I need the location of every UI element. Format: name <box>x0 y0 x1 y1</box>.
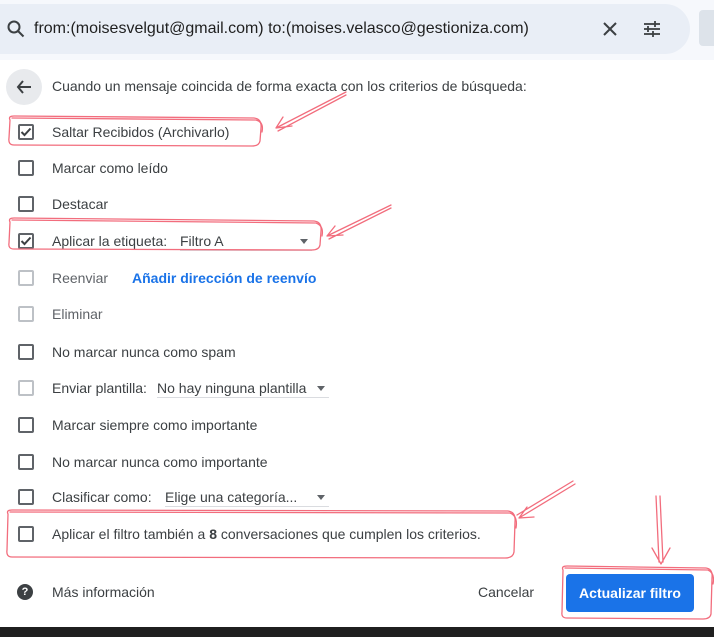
apply-label-checkbox[interactable] <box>18 233 34 249</box>
add-forward-address-link[interactable]: Añadir dirección de reenvío <box>132 270 316 286</box>
send-template-checkbox[interactable] <box>18 380 34 396</box>
delete-checkbox[interactable] <box>18 306 34 322</box>
option-apply-label: Aplicar la etiqueta: Filtro A <box>0 225 714 255</box>
checkmark-icon <box>20 127 32 137</box>
template-select-value: No hay ninguna plantilla <box>157 380 307 396</box>
arrow-left-icon <box>16 80 31 94</box>
forward-label: Reenviar <box>52 270 109 286</box>
search-bar[interactable]: from:(moisesvelgut@gmail.com) to:(moises… <box>0 4 690 54</box>
help-icon[interactable]: ? <box>17 584 33 600</box>
forward-checkbox[interactable] <box>18 270 34 286</box>
apply-label-label: Aplicar la etiqueta: <box>52 233 168 249</box>
option-never-important: No marcar nunca como importante <box>0 446 714 476</box>
option-categorize: Clasificar como: Elige una categoría... <box>0 481 714 511</box>
skip-inbox-label: Saltar Recibidos (Archivarlo) <box>52 124 230 140</box>
close-icon[interactable] <box>600 19 620 39</box>
skip-inbox-checkbox[interactable] <box>18 124 34 140</box>
taskbar-strip <box>0 627 714 637</box>
category-select[interactable]: Elige una categoría... <box>165 485 329 507</box>
search-icon[interactable] <box>6 19 26 39</box>
label-select[interactable]: Filtro A <box>180 229 312 251</box>
label-select-value: Filtro A <box>180 233 224 249</box>
apply-existing-prefix: Aplicar el filtro también a <box>52 526 210 542</box>
update-filter-button[interactable]: Actualizar filtro <box>566 574 694 612</box>
chevron-down-icon <box>300 239 308 244</box>
categorize-label: Clasificar como: <box>52 489 152 505</box>
option-send-template: Enviar plantilla: No hay ninguna plantil… <box>0 372 714 402</box>
tune-icon[interactable] <box>642 19 662 39</box>
option-always-important: Marcar siempre como importante <box>0 409 714 439</box>
search-query[interactable]: from:(moisesvelgut@gmail.com) to:(moises… <box>34 20 529 38</box>
option-delete: Eliminar <box>0 298 714 328</box>
apply-existing-suffix: conversaciones que cumplen los criterios… <box>216 526 481 542</box>
send-template-label: Enviar plantilla: <box>52 380 147 396</box>
never-spam-checkbox[interactable] <box>18 344 34 360</box>
star-checkbox[interactable] <box>18 196 34 212</box>
categorize-checkbox[interactable] <box>18 489 34 505</box>
option-star: Destacar <box>0 188 714 218</box>
chevron-down-icon <box>317 386 325 391</box>
checkmark-icon <box>20 236 32 246</box>
chevron-down-icon <box>317 495 325 500</box>
option-forward: Reenviar Añadir dirección de reenvío <box>0 262 714 292</box>
more-info-link[interactable]: Más información <box>52 584 155 600</box>
filter-heading: Cuando un mensaje coincida de forma exac… <box>52 78 527 94</box>
option-skip-inbox: Saltar Recibidos (Archivarlo) <box>0 116 714 146</box>
apply-existing-label: Aplicar el filtro también a 8 conversaci… <box>52 526 481 542</box>
option-never-spam: No marcar nunca como spam <box>0 336 714 366</box>
always-important-checkbox[interactable] <box>18 417 34 433</box>
side-strip <box>699 10 714 46</box>
delete-label: Eliminar <box>52 306 103 322</box>
mark-read-label: Marcar como leído <box>52 160 168 176</box>
template-select[interactable]: No hay ninguna plantilla <box>157 376 329 398</box>
never-important-label: No marcar nunca como importante <box>52 454 268 470</box>
back-button[interactable] <box>6 69 42 105</box>
apply-existing-count: 8 <box>209 526 217 542</box>
never-important-checkbox[interactable] <box>18 454 34 470</box>
option-apply-existing: Aplicar el filtro también a 8 conversaci… <box>0 518 714 548</box>
option-mark-read: Marcar como leído <box>0 152 714 182</box>
always-important-label: Marcar siempre como importante <box>52 417 258 433</box>
category-select-value: Elige una categoría... <box>165 489 298 505</box>
apply-existing-checkbox[interactable] <box>18 526 34 542</box>
star-label: Destacar <box>52 196 109 212</box>
cancel-button[interactable]: Cancelar <box>470 576 542 608</box>
filter-panel: Cuando un mensaje coincida de forma exac… <box>0 60 714 627</box>
never-spam-label: No marcar nunca como spam <box>52 344 236 360</box>
mark-read-checkbox[interactable] <box>18 160 34 176</box>
